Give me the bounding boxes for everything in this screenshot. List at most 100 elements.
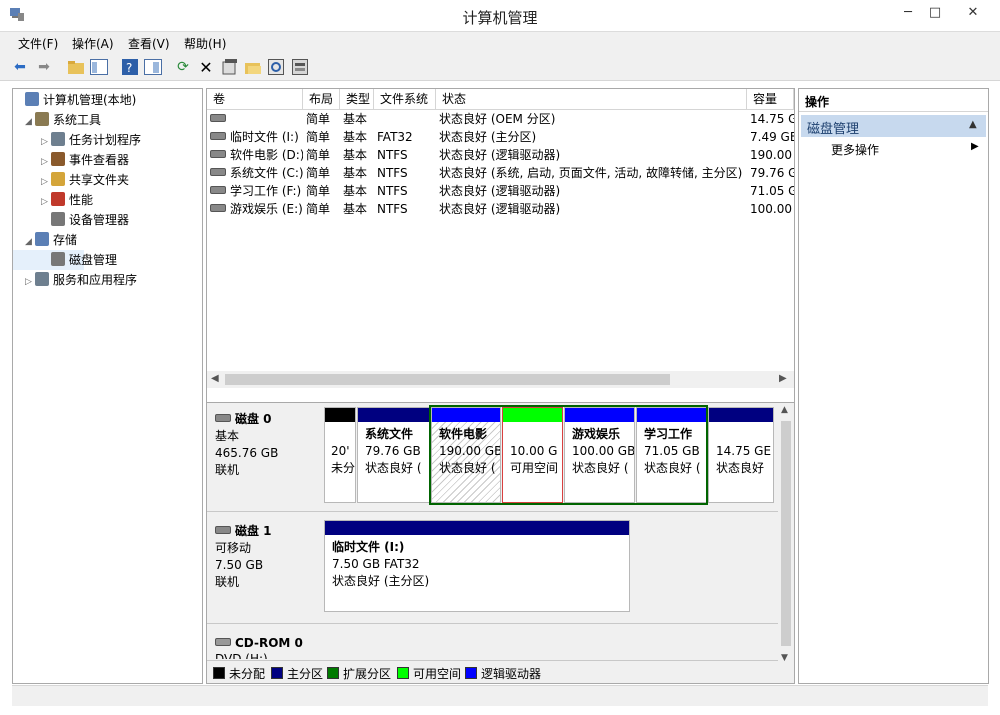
vertical-scrollbar[interactable]: ▲ ▼ <box>778 403 794 683</box>
partition-title: 软件电影 <box>439 427 488 441</box>
tree-item-6[interactable]: ▷ 性能 <box>13 190 202 210</box>
table-row[interactable]: 临时文件 (I:) 简单 基本 FAT32 状态良好 (主分区) 7.49 GE <box>207 128 794 146</box>
disk0-state: 联机 <box>215 463 240 477</box>
partition-title: 临时文件 (I:) <box>332 540 405 554</box>
scrollbar-thumb[interactable] <box>225 374 670 385</box>
delete-icon[interactable]: ✕ <box>196 57 216 77</box>
title-bar: 计算机管理 ─ □ ✕ <box>0 0 1000 31</box>
search-disk-icon[interactable] <box>266 57 286 77</box>
col-filesystem-header[interactable]: 文件系统 <box>374 89 436 110</box>
refresh-icon[interactable]: ⟳ <box>173 57 193 77</box>
col-status-cell: 状态良好 (系统, 启动, 页面文件, 活动, 故障转储, 主分区) <box>439 166 743 180</box>
tree-item-10[interactable]: ▷ 服务和应用程序 <box>13 270 202 290</box>
cdrom-kind: DVD (H:) <box>215 651 321 659</box>
partition-7[interactable]: 14.75 GE 状态良好 <box>708 407 774 503</box>
cdrom-label[interactable]: CD-ROM 0 <box>215 635 321 651</box>
maximize-button[interactable]: □ <box>923 4 947 22</box>
col-capacity-header[interactable]: 容量 <box>747 89 794 110</box>
tree-item-1[interactable]: 计算机管理(本地) <box>13 90 202 110</box>
expand-arrow-icon[interactable]: ▷ <box>41 192 51 212</box>
show-hide-tree-icon[interactable] <box>89 57 109 77</box>
table-row[interactable]: 软件电影 (D:) 简单 基本 NTFS 状态良好 (逻辑驱动器) 190.00 <box>207 146 794 164</box>
services-apps-icon <box>35 272 49 286</box>
tree-item-9[interactable]: 磁盘管理 <box>13 250 117 270</box>
partition-temp-files[interactable]: 临时文件 (I:) 7.50 GB FAT32 状态良好 (主分区) <box>324 520 630 612</box>
disk0-label[interactable]: 磁盘 0 基本 465.76 GB 联机 <box>215 411 321 479</box>
close-button[interactable]: ✕ <box>961 4 985 22</box>
menu-view[interactable]: 查看(V) <box>128 35 170 52</box>
open-folder-icon[interactable] <box>243 57 263 77</box>
scroll-up-icon[interactable]: ▲ <box>781 405 788 415</box>
partition-2[interactable]: 系统文件 79.76 GB 状态良好 ( <box>357 407 430 503</box>
partition-color-bar <box>358 408 429 422</box>
table-row[interactable]: 游戏娱乐 (E:) 简单 基本 NTFS 状态良好 (逻辑驱动器) 100.00 <box>207 200 794 218</box>
expand-arrow-icon[interactable]: ▷ <box>41 132 51 152</box>
partition-status: 状态良好 ( <box>644 461 701 475</box>
partition-title: 学习工作 <box>644 427 693 441</box>
tree-item-label: 计算机管理(本地) <box>43 93 137 107</box>
properties-pane-icon[interactable] <box>143 57 163 77</box>
col-layout-cell: 简单 <box>306 202 331 216</box>
col-capacity-cell: 7.49 GE <box>750 130 794 144</box>
disk1-kind: 可移动 <box>215 541 252 555</box>
menu-help[interactable]: 帮助(H) <box>184 35 226 52</box>
partition-3[interactable]: 软件电影 190.00 GB 状态良好 ( <box>431 407 501 503</box>
expand-arrow-icon[interactable]: ▷ <box>41 172 51 192</box>
col-status-header[interactable]: 状态 <box>436 89 747 110</box>
partition-6[interactable]: 学习工作 71.05 GB 状态良好 ( <box>636 407 707 503</box>
scroll-right-icon[interactable]: ▶ <box>779 373 787 384</box>
tree-item-8[interactable]: ◢ 存储 <box>13 230 202 250</box>
disk0-name: 磁盘 0 <box>235 412 272 426</box>
properties-icon[interactable] <box>220 57 240 77</box>
expand-arrow-icon[interactable]: ◢ <box>25 232 35 252</box>
partition-5[interactable]: 游戏娱乐 100.00 GB 状态良好 ( <box>564 407 635 503</box>
tree-item-7[interactable]: 设备管理器 <box>13 210 202 230</box>
col-capacity-cell: 79.76 G <box>750 166 794 180</box>
partition-1[interactable]: 20' 未分 <box>324 407 356 503</box>
legend-item: 未分配 <box>213 665 265 682</box>
col-type-cell: 基本 <box>343 148 368 162</box>
up-folder-icon[interactable] <box>66 57 86 77</box>
table-row[interactable]: 系统文件 (C:) 简单 基本 NTFS 状态良好 (系统, 启动, 页面文件, 活动,… <box>207 164 794 182</box>
col-volume-header[interactable]: 卷 <box>207 89 303 110</box>
collapse-triangle-icon[interactable]: ▲ <box>969 119 977 130</box>
disk1-label[interactable]: 磁盘 1 可移动 7.50 GB 联机 <box>215 523 321 591</box>
col-status-cell: 状态良好 (OEM 分区) <box>439 112 556 126</box>
back-arrow-icon[interactable]: ⬅ <box>10 57 30 77</box>
col-layout-header[interactable]: 布局 <box>303 89 340 110</box>
tree-item-3[interactable]: ▷ 任务计划程序 <box>13 130 202 150</box>
help-icon[interactable]: ? <box>120 57 140 77</box>
vscroll-thumb[interactable] <box>781 421 791 646</box>
disk-settings-icon[interactable] <box>290 57 310 77</box>
partition-color-bar <box>565 408 634 422</box>
partition-4[interactable]: 10.00 G 可用空间 <box>502 407 563 503</box>
col-type-header[interactable]: 类型 <box>340 89 374 110</box>
more-actions-item[interactable]: 更多操作 ▶ <box>801 139 986 159</box>
tree-item-label: 事件查看器 <box>69 153 130 167</box>
scroll-down-icon[interactable]: ▼ <box>781 653 788 663</box>
partition-size: 71.05 GB <box>644 444 700 458</box>
menu-action[interactable]: 操作(A) <box>72 35 114 52</box>
partition-title: 游戏娱乐 <box>572 427 621 441</box>
table-row[interactable]: 学习工作 (F:) 简单 基本 NTFS 状态良好 (逻辑驱动器) 71.05 G <box>207 182 794 200</box>
actions-section-disk-management[interactable]: 磁盘管理 ▲ <box>801 115 986 137</box>
menu-file[interactable]: 文件(F) <box>18 35 58 52</box>
forward-arrow-icon[interactable]: ➡ <box>34 57 54 77</box>
tree-item-5[interactable]: ▷ 共享文件夹 <box>13 170 202 190</box>
expand-arrow-icon[interactable]: ▷ <box>25 272 35 292</box>
disk-icon <box>215 414 231 422</box>
expand-arrow-icon[interactable]: ▷ <box>41 152 51 172</box>
partition-color-bar <box>637 408 706 422</box>
scroll-left-icon[interactable]: ◀ <box>211 373 219 384</box>
horizontal-scrollbar[interactable]: ◀ ▶ <box>207 371 794 388</box>
table-row[interactable]: 简单 基本 状态良好 (OEM 分区) 14.75 G <box>207 110 794 128</box>
tree-item-4[interactable]: ▷ 事件查看器 <box>13 150 202 170</box>
minimize-button[interactable]: ─ <box>896 4 920 22</box>
storage-icon <box>35 232 49 246</box>
actions-header: 操作 <box>805 95 830 109</box>
expand-arrow-icon[interactable]: ◢ <box>25 112 35 132</box>
tree-item-2[interactable]: ◢ 系统工具 <box>13 110 202 130</box>
volume-cell: 临时文件 (I:) <box>210 128 303 146</box>
legend-swatch <box>465 667 477 679</box>
col-filesystem-cell <box>377 110 436 128</box>
